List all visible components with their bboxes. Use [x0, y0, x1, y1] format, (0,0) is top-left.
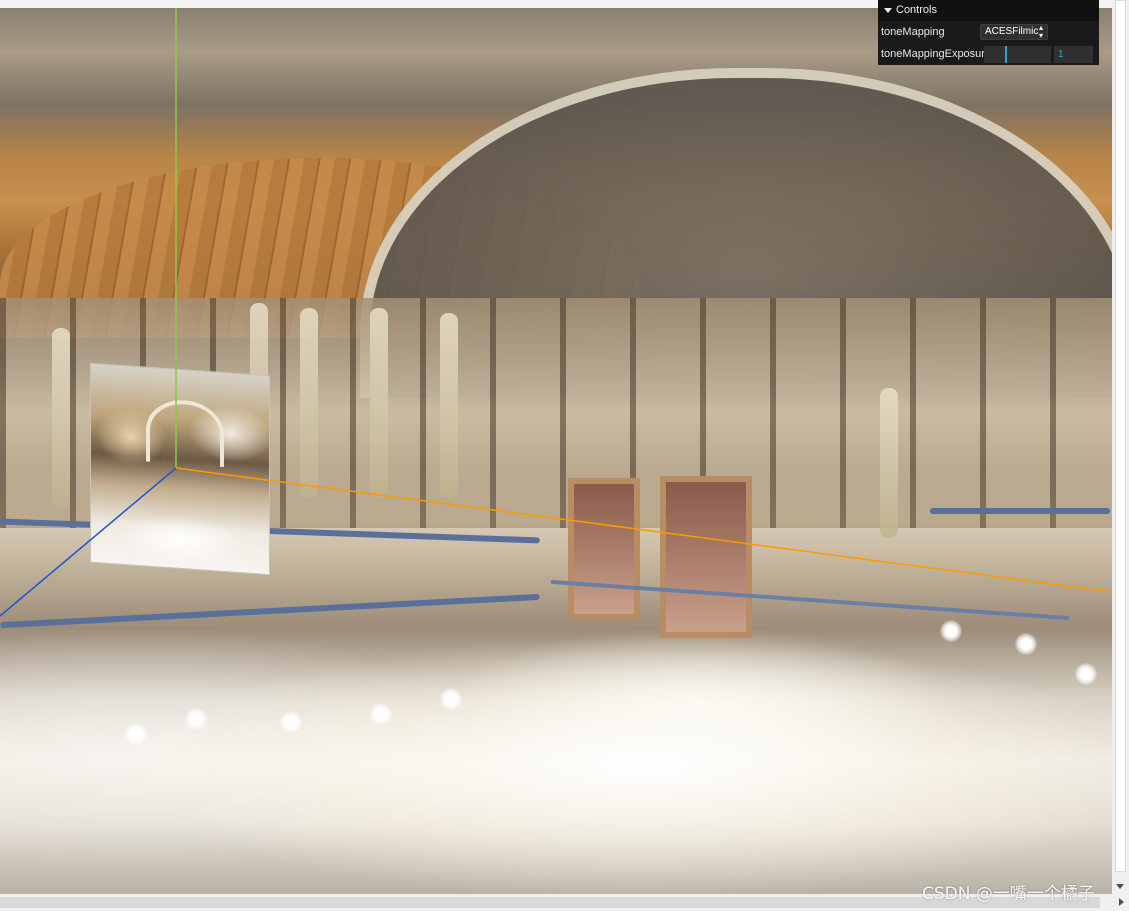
exposure-number-input[interactable]: 1	[1054, 45, 1093, 63]
webgl-viewport[interactable]: Controls toneMapping ACESFilmic ▴ ▾ toneM…	[0, 0, 1129, 911]
controls-title: Controls	[896, 4, 937, 16]
select-arrows-icon: ▴ ▾	[1038, 23, 1043, 40]
z-axis-line	[0, 467, 177, 617]
controls-title-bar[interactable]: Controls	[878, 0, 1099, 21]
tone-mapping-select[interactable]: ACESFilmic ▴ ▾	[980, 24, 1048, 40]
vertical-scroll-thumb[interactable]	[1115, 0, 1126, 872]
x-axis-line	[175, 467, 1112, 593]
scrollbar-corner	[1112, 893, 1129, 911]
tone-mapping-label: toneMapping	[881, 26, 945, 38]
scroll-right-arrow-icon[interactable]	[1119, 898, 1124, 906]
watermark-text: CSDN @一嘴一个橘子	[922, 884, 1095, 904]
tone-mapping-row: toneMapping ACESFilmic ▴ ▾	[878, 21, 1099, 43]
chevron-down-icon	[884, 8, 892, 13]
tone-mapping-exposure-label: toneMappingExposure	[881, 48, 992, 60]
slider-thumb[interactable]	[1005, 45, 1008, 63]
exposure-slider[interactable]	[984, 45, 1051, 63]
scroll-down-arrow-icon[interactable]	[1116, 884, 1124, 889]
axes-helper	[0, 8, 1112, 617]
controls-panel: Controls toneMapping ACESFilmic ▴ ▾ toneM…	[878, 0, 1099, 65]
vertical-scrollbar[interactable]	[1112, 0, 1129, 893]
tone-mapping-exposure-row: toneMappingExposure 1	[878, 43, 1099, 65]
panorama-scene-canvas[interactable]	[0, 8, 1112, 894]
tone-mapping-value: ACESFilmic	[985, 26, 1039, 37]
